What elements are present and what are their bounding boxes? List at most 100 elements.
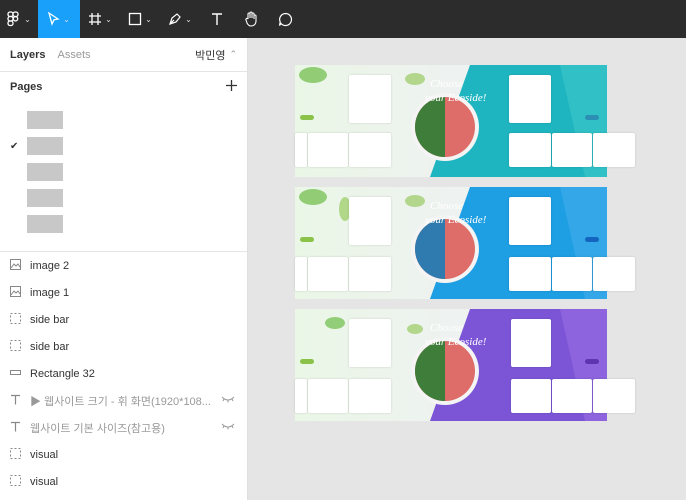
sidebar-tabs: Layers Assets 박민영 ⌃ (0, 38, 247, 72)
page-item[interactable] (0, 159, 247, 185)
text-tool-button[interactable] (200, 0, 234, 38)
layer-label: side bar (30, 313, 70, 326)
placeholder-card[interactable] (593, 379, 635, 413)
layer-item-hidden[interactable]: ▶ 웹사이트 크기 - 휘 화면(1920*108... (0, 387, 247, 414)
page-item[interactable] (0, 211, 247, 237)
tab-layers[interactable]: Layers (10, 49, 45, 61)
comment-icon (278, 12, 292, 26)
layer-item-hidden[interactable]: 웹사이트 기본 사이즈(참고용) (0, 414, 247, 441)
hand-icon (245, 11, 257, 27)
page-thumbnail (27, 189, 63, 207)
page-thumbnail (27, 163, 63, 181)
svg-text:your Ecoside!: your Ecoside! (424, 336, 487, 348)
page-item-selected[interactable]: ✔ (0, 133, 247, 159)
layers-list: image 2 image 1 side bar side bar Rectan… (0, 252, 247, 495)
tab-assets[interactable]: Assets (57, 49, 90, 61)
main-menu-button[interactable]: ⌄ (0, 0, 38, 38)
visual-frame[interactable]: Choose your Ecoside! (295, 65, 635, 177)
pages-header: Pages (0, 72, 247, 102)
chevron-down-icon: ⌄ (105, 14, 112, 24)
pages-title: Pages (10, 81, 43, 93)
placeholder-card[interactable] (511, 319, 551, 367)
move-icon (48, 12, 60, 26)
placeholder-card[interactable] (349, 75, 391, 123)
hand-tool-button[interactable] (234, 0, 268, 38)
page-thumbnail (27, 137, 63, 155)
shape-tool-button[interactable]: ⌄ (120, 0, 160, 38)
placeholder-card[interactable] (593, 257, 635, 291)
design-canvas[interactable]: Choose your Ecoside! Choose your Ecoside… (249, 38, 686, 500)
comment-tool-button[interactable] (268, 0, 302, 38)
visual-frame[interactable]: Choose your Ecoside! (295, 187, 635, 299)
hidden-eye-icon[interactable] (221, 395, 235, 406)
placeholder-card[interactable] (295, 379, 307, 413)
frame-icon (89, 13, 102, 25)
image-icon (10, 285, 30, 300)
layer-item[interactable]: side bar (0, 333, 247, 360)
rectangle-icon (10, 367, 30, 381)
layer-label: visual (30, 475, 59, 488)
placeholder-card[interactable] (349, 133, 391, 167)
frame-dashed-icon (10, 312, 30, 327)
add-page-button[interactable] (226, 78, 237, 96)
page-item[interactable] (0, 185, 247, 211)
placeholder-card[interactable] (552, 379, 592, 413)
layer-item[interactable]: Rectangle 32 (0, 360, 247, 387)
layer-item[interactable]: side bar (0, 306, 247, 333)
chevron-down-icon: ⌄ (24, 14, 31, 24)
frame-dashed-icon (10, 339, 30, 354)
layer-label: Rectangle 32 (30, 367, 95, 380)
layer-item[interactable]: image 2 (0, 252, 247, 279)
placeholder-card[interactable] (509, 133, 551, 167)
placeholder-card[interactable] (349, 319, 391, 367)
pages-panel: Pages ✔ (0, 72, 247, 252)
placeholder-card[interactable] (509, 257, 551, 291)
placeholder-card[interactable] (349, 379, 391, 413)
hidden-eye-icon[interactable] (221, 422, 235, 433)
svg-text:Choose: Choose (430, 322, 463, 334)
layer-item[interactable]: image 1 (0, 279, 247, 306)
placeholder-card[interactable] (509, 75, 551, 123)
text-icon (212, 13, 222, 25)
frame-dashed-icon (10, 447, 30, 462)
left-sidebar: Layers Assets 박민영 ⌃ Pages ✔ image 2 imag… (0, 38, 248, 500)
placeholder-card[interactable] (295, 257, 307, 291)
plus-icon (226, 80, 237, 91)
move-tool-button[interactable]: ⌄ (38, 0, 80, 38)
layer-label: side bar (30, 340, 70, 353)
placeholder-card[interactable] (349, 257, 391, 291)
svg-text:your Ecoside!: your Ecoside! (424, 92, 487, 104)
banner-headline: Choose (430, 78, 463, 90)
layer-item[interactable]: visual (0, 468, 247, 495)
placeholder-card[interactable] (552, 257, 592, 291)
frame-tool-button[interactable]: ⌄ (80, 0, 120, 38)
placeholder-card[interactable] (509, 197, 551, 245)
user-name: 박민영 (195, 49, 226, 62)
frame-dashed-icon (10, 474, 30, 489)
placeholder-card[interactable] (552, 133, 592, 167)
pen-icon (169, 13, 181, 25)
chevron-down-icon: ⌄ (185, 14, 192, 24)
text-icon (10, 421, 30, 435)
page-switcher[interactable]: 박민영 ⌃ (195, 47, 237, 63)
pen-tool-button[interactable]: ⌄ (160, 0, 200, 38)
layer-label: 웹사이트 기본 사이즈(참고용) (30, 422, 165, 435)
figma-menu-icon (7, 11, 19, 27)
visual-frame[interactable]: Choose your Ecoside! (295, 309, 635, 421)
toolbar: ⌄ ⌄ ⌄ ⌄ ⌄ (0, 0, 686, 38)
placeholder-card[interactable] (308, 379, 348, 413)
chevron-down-icon: ⌄ (145, 14, 152, 24)
placeholder-card[interactable] (308, 133, 348, 167)
layer-item[interactable]: visual (0, 441, 247, 468)
checkmark-icon: ✔ (10, 140, 19, 152)
image-icon (10, 258, 30, 273)
placeholder-card[interactable] (295, 133, 307, 167)
placeholder-card[interactable] (511, 379, 551, 413)
page-item[interactable] (0, 107, 247, 133)
text-icon (10, 394, 30, 408)
chevron-down-icon: ⌄ (63, 14, 70, 24)
placeholder-card[interactable] (349, 197, 391, 245)
page-thumbnail (27, 111, 63, 129)
placeholder-card[interactable] (593, 133, 635, 167)
placeholder-card[interactable] (308, 257, 348, 291)
